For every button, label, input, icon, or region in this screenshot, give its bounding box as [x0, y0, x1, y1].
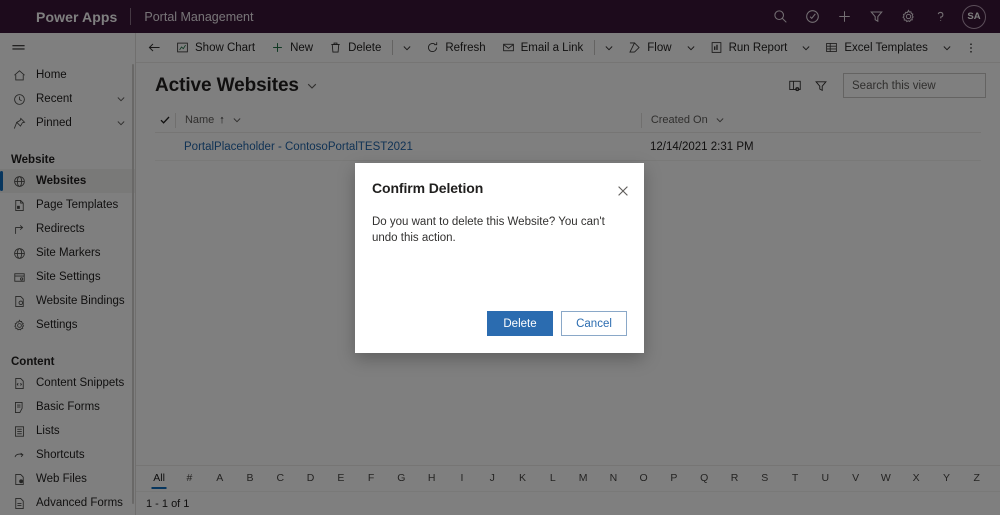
- dialog-message: Do you want to delete this Website? You …: [372, 216, 605, 245]
- delete-confirm-button[interactable]: Delete: [487, 311, 553, 336]
- dialog-header: Confirm Deletion: [355, 163, 644, 204]
- dialog-title: Confirm Deletion: [372, 180, 484, 196]
- power-apps-portal-management-window: Power Apps Portal Management: [0, 0, 1000, 515]
- close-icon[interactable]: [610, 178, 636, 204]
- confirm-deletion-dialog: Confirm Deletion Do you want to delete t…: [355, 163, 644, 353]
- dialog-footer: Delete Cancel: [355, 311, 644, 353]
- cancel-button[interactable]: Cancel: [561, 311, 627, 336]
